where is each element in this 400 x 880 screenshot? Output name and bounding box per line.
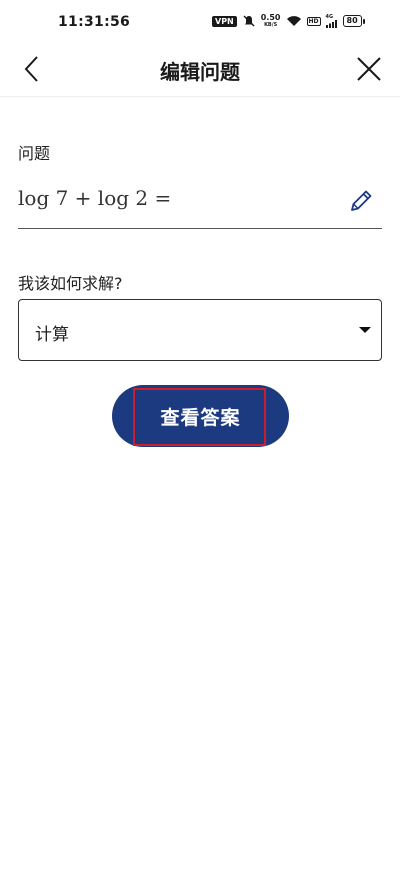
status-time: 11:31:56 — [58, 14, 131, 30]
battery-tip — [362, 18, 365, 24]
question-expression: log 7 + log 2 = — [18, 186, 172, 210]
pencil-icon[interactable] — [348, 188, 374, 214]
speed-unit: KB/S — [264, 22, 278, 28]
method-dropdown[interactable]: 计算 — [18, 299, 382, 361]
method-selected-value: 计算 — [35, 325, 69, 345]
dropdown-caret-icon — [359, 327, 371, 333]
speed-value: 0.50 — [260, 13, 281, 22]
battery: 80 — [342, 15, 365, 27]
method-label: 我该如何求解? — [18, 274, 123, 293]
back-button[interactable] — [16, 52, 50, 86]
vpn-badge: VPN — [212, 15, 237, 27]
close-icon — [357, 57, 381, 81]
chevron-left-icon — [24, 56, 38, 82]
status-icons: VPN 0.50 KB/S HD 4G 80 — [212, 14, 365, 28]
close-button[interactable] — [352, 52, 386, 86]
page-title: 编辑问题 — [160, 59, 240, 84]
battery-level: 80 — [342, 15, 362, 27]
signal-icon — [325, 19, 337, 28]
app-header: 编辑问题 — [0, 44, 400, 97]
hd-badge: HD — [306, 16, 321, 26]
cell-signal: 4G — [325, 14, 338, 28]
show-answer-button[interactable]: 查看答案 — [112, 385, 289, 447]
question-input[interactable]: log 7 + log 2 = — [18, 176, 382, 229]
network-speed: 0.50 KB/S — [260, 13, 281, 29]
show-answer-label: 查看答案 — [160, 406, 241, 429]
mute-bell-icon — [243, 15, 255, 27]
wifi-icon — [286, 16, 301, 26]
question-label: 问题 — [18, 144, 51, 163]
status-bar: 11:31:56 VPN 0.50 KB/S HD 4G 80 — [0, 0, 400, 44]
